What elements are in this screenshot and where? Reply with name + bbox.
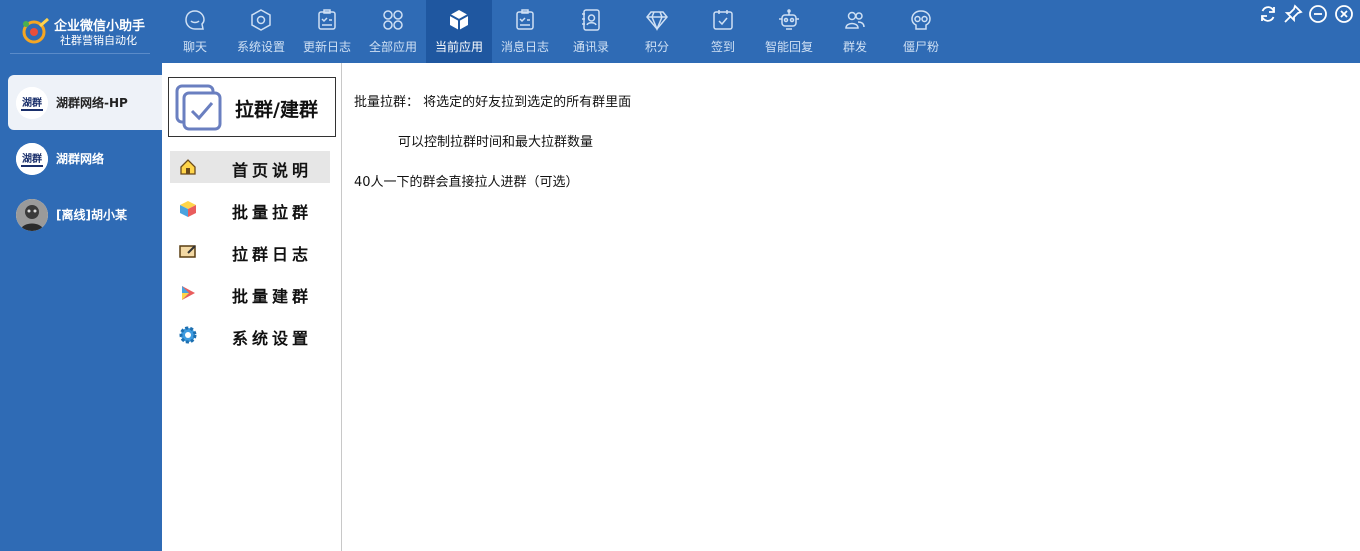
avatar (16, 199, 48, 231)
logo-divider (10, 53, 150, 54)
description-line: 批量拉群： 将选定的好友拉到选定的所有群里面 (354, 95, 632, 110)
nav-label: 聊天 (182, 40, 207, 54)
app-logo-icon (22, 17, 49, 44)
avatar: 湖群 (16, 143, 48, 175)
refresh-button[interactable] (1258, 4, 1278, 24)
account-name: 湖群网络 (56, 152, 105, 166)
nav-label: 通讯录 (572, 40, 609, 54)
svg-text:湖群: 湖群 (22, 152, 42, 165)
menu-item-label: 首页说明 (232, 161, 313, 180)
menu-item-label: 拉群日志 (232, 245, 313, 264)
nav-message-log[interactable]: 消息日志 (492, 0, 558, 63)
menu-item-settings[interactable]: 系统设置 (170, 319, 330, 351)
skull-icon (911, 10, 931, 30)
huqun-logo-icon: 湖群 (16, 143, 48, 175)
nav-label: 更新日志 (302, 40, 351, 54)
diamond-icon (646, 11, 668, 31)
calendar-check-icon (713, 10, 733, 30)
checklist-icon (516, 9, 534, 30)
menu-item-label: 批量拉群 (232, 203, 313, 222)
minimize-button[interactable] (1308, 4, 1328, 24)
nav-update-log[interactable]: 更新日志 (294, 0, 360, 63)
users-icon (845, 11, 865, 29)
menu-header: 拉群/建群 (168, 77, 336, 137)
pin-icon (1284, 4, 1303, 23)
account-item[interactable]: 湖群 湖群网络 (8, 131, 162, 186)
address-book-icon (582, 9, 600, 31)
menu-item-batch-pull[interactable]: 批量拉群 (170, 193, 330, 225)
nav-label: 积分 (644, 40, 669, 54)
menu-item-pull-log[interactable]: 拉群日志 (170, 235, 330, 267)
nav-smart-reply[interactable]: 智能回复 (756, 0, 822, 63)
account-name: [离线]胡小某 (56, 208, 127, 222)
cube-icon (449, 10, 469, 30)
gear-icon (179, 326, 197, 344)
robot-icon (779, 9, 799, 30)
nav-label: 签到 (710, 40, 735, 54)
account-sidebar: 湖群 湖群网络-HP 湖群 湖群网络 [离线]胡小某 (0, 63, 162, 551)
nav-contacts[interactable]: 通讯录 (558, 0, 624, 63)
nav-label: 群发 (842, 40, 867, 54)
svg-text:湖群: 湖群 (22, 96, 42, 109)
checkbox-pages-icon (175, 84, 222, 131)
nav-label: 消息日志 (500, 40, 549, 54)
minimize-icon (1309, 5, 1327, 23)
pin-button[interactable] (1283, 4, 1303, 24)
nav-points[interactable]: 积分 (624, 0, 690, 63)
function-menu: 拉群/建群 首页说明 批量拉群 拉群日志 批量建群 系统设置 (162, 63, 342, 551)
menu-item-home[interactable]: 首页说明 (170, 151, 330, 183)
chat-icon (185, 10, 205, 30)
nav-label: 智能回复 (764, 40, 813, 54)
cube-color-icon (180, 201, 196, 217)
close-button[interactable] (1334, 4, 1354, 24)
menu-item-label: 系统设置 (232, 329, 313, 348)
app-logo: 企业微信小助手 社群营销自动化 (14, 8, 154, 54)
description-line: 40人一下的群会直接拉人进群（可选） (354, 175, 579, 190)
menu-item-label: 批量建群 (232, 287, 313, 306)
checklist-icon (318, 9, 336, 30)
account-item[interactable]: [离线]胡小某 (8, 187, 162, 242)
content-panel: 批量拉群： 将选定的好友拉到选定的所有群里面 可以控制拉群时间和最大拉群数量 4… (343, 63, 1360, 551)
nav-checkin[interactable]: 签到 (690, 0, 756, 63)
nav-label: 僵尸粉 (902, 40, 939, 54)
app-subtitle: 社群营销自动化 (60, 34, 137, 47)
nav-current-app[interactable]: 当前应用 (426, 0, 492, 63)
close-icon (1335, 5, 1353, 23)
account-item[interactable]: 湖群 湖群网络-HP (8, 75, 162, 130)
avatar: 湖群 (16, 87, 48, 119)
play-color-icon (182, 286, 195, 300)
nav-label: 系统设置 (236, 40, 285, 54)
apps-grid-icon (383, 10, 403, 30)
account-name: 湖群网络-HP (56, 96, 128, 110)
nav-label: 当前应用 (434, 40, 483, 54)
nav-mass-send[interactable]: 群发 (822, 0, 888, 63)
menu-header-title: 拉群/建群 (235, 99, 318, 121)
user-photo-icon (16, 199, 48, 231)
nav-all-apps[interactable]: 全部应用 (360, 0, 426, 63)
nav-chat[interactable]: 聊天 (162, 0, 228, 63)
hexagon-settings-icon (251, 9, 271, 31)
menu-item-batch-create[interactable]: 批量建群 (170, 277, 330, 309)
description-line: 可以控制拉群时间和最大拉群数量 (398, 135, 594, 150)
top-bar: 企业微信小助手 社群营销自动化 聊天 系统设置 更新日志 全部应用 当前应用 消… (0, 0, 1360, 63)
nav-zombie-fans[interactable]: 僵尸粉 (888, 0, 954, 63)
nav-label: 全部应用 (368, 40, 417, 54)
huqun-logo-icon: 湖群 (16, 87, 48, 119)
refresh-icon (1261, 6, 1275, 22)
home-icon (180, 159, 196, 175)
log-pen-icon (179, 245, 196, 258)
nav-system-settings[interactable]: 系统设置 (228, 0, 294, 63)
